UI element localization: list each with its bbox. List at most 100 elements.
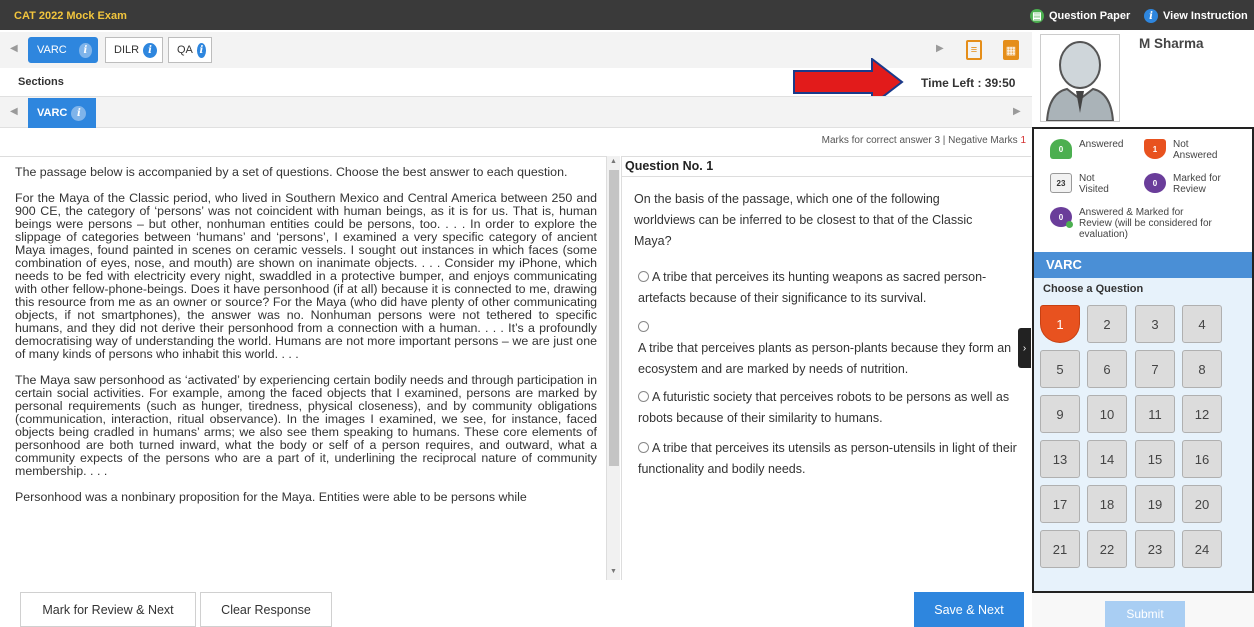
question-text: On the basis of the passage, which one o… xyxy=(634,192,973,248)
clear-response-button[interactable]: Clear Response xyxy=(200,592,332,627)
passage-text: The passage below is accompanied by a se… xyxy=(15,166,597,517)
question-button[interactable]: 6 xyxy=(1087,350,1127,388)
info-icon: i xyxy=(1144,9,1158,23)
avatar xyxy=(1040,34,1120,122)
scroll-up-icon[interactable]: ▲ xyxy=(610,158,617,165)
tab-varc[interactable]: VARC i xyxy=(28,37,98,63)
tab-label: QA xyxy=(177,44,193,56)
question-button[interactable]: 15 xyxy=(1135,440,1175,478)
question-button[interactable]: 11 xyxy=(1135,395,1175,433)
legend-label: Answered xyxy=(1079,139,1124,150)
subtab-label: VARC xyxy=(37,107,68,119)
save-and-next-button[interactable]: Save & Next xyxy=(914,592,1024,627)
passage-paragraph: Personhood was a nonbinary proposition f… xyxy=(15,490,527,504)
marked-badge: 0 xyxy=(1144,173,1166,193)
marks-info: Marks for correct answer 3 | Negative Ma… xyxy=(822,135,1026,146)
radio-button[interactable] xyxy=(638,271,649,282)
question-button[interactable]: 22 xyxy=(1087,530,1127,568)
question-button[interactable]: 5 xyxy=(1040,350,1080,388)
question-button[interactable]: 24 xyxy=(1182,530,1222,568)
legend-not-visited: 23 Not Visited xyxy=(1050,173,1119,195)
subtab-varc[interactable]: VARC i xyxy=(28,98,96,128)
tab-dilr[interactable]: DILR i xyxy=(105,37,163,63)
option-4[interactable]: A tribe that perceives its utensils as p… xyxy=(638,438,1018,480)
question-button[interactable]: 16 xyxy=(1182,440,1222,478)
info-icon[interactable]: i xyxy=(196,42,206,58)
notes-icon[interactable]: ≡ xyxy=(966,40,982,60)
radio-button[interactable] xyxy=(638,321,649,332)
question-button[interactable]: 10 xyxy=(1087,395,1127,433)
question-button[interactable]: 13 xyxy=(1040,440,1080,478)
question-button[interactable]: 14 xyxy=(1087,440,1127,478)
info-icon[interactable]: i xyxy=(143,42,157,58)
scroll-down-icon[interactable]: ▼ xyxy=(610,568,617,575)
question-button[interactable]: 19 xyxy=(1135,485,1175,523)
question-button[interactable]: 7 xyxy=(1135,350,1175,388)
question-button[interactable]: 12 xyxy=(1182,395,1222,433)
legend-label: Not Answered xyxy=(1173,139,1218,161)
option-3[interactable]: A futuristic society that perceives robo… xyxy=(638,387,1018,429)
question-button[interactable]: 17 xyxy=(1040,485,1080,523)
right-panel: M Sharma 0 Answered 1 Not Answered 23 No… xyxy=(1032,31,1254,627)
question-paper-link[interactable]: ▤ Question Paper xyxy=(1030,7,1130,25)
question-button[interactable]: 23 xyxy=(1135,530,1175,568)
marks-separator: | Negative Marks xyxy=(940,135,1021,146)
tab-label: VARC xyxy=(37,44,67,56)
marks-negative: 1 xyxy=(1020,135,1026,146)
scroll-right-icon[interactable]: ▶ xyxy=(936,43,944,54)
option-text: A tribe that perceives its utensils as p… xyxy=(638,441,1017,476)
sub-section-bar: ◀ VARC i ▶ xyxy=(0,96,1032,128)
answered-marked-badge: 0 xyxy=(1050,207,1073,228)
question-number: Question No. 1 xyxy=(625,159,714,173)
collapse-panel-icon[interactable]: › xyxy=(1018,328,1031,368)
question-button[interactable]: 1 xyxy=(1040,305,1080,343)
question-button[interactable]: 18 xyxy=(1087,485,1127,523)
candidate-profile: M Sharma xyxy=(1032,31,1254,127)
palette-section-title: VARC xyxy=(1034,252,1252,278)
question-palette: VARC Choose a Question 1 2 3 4 5 6 7 8 9 10 11 12 13… xyxy=(1032,252,1254,593)
scroll-thumb[interactable] xyxy=(609,170,619,466)
question-paper-label: Question Paper xyxy=(1049,10,1131,22)
option-2[interactable]: A tribe that perceives plants as person-… xyxy=(638,317,1018,380)
sections-label: Sections xyxy=(18,76,64,88)
tab-qa[interactable]: QA i xyxy=(168,37,212,63)
option-text: A tribe that perceives its hunting weapo… xyxy=(638,270,987,305)
passage-panel: The passage below is accompanied by a se… xyxy=(0,156,606,580)
option-text: A tribe that perceives plants as person-… xyxy=(638,341,1012,376)
question-button[interactable]: 4 xyxy=(1182,305,1222,343)
legend-label: Not Visited xyxy=(1079,173,1109,195)
passage-paragraph: For the Maya of the Classic period, who … xyxy=(15,191,597,361)
passage-paragraph: The Maya saw personhood as ‘activated’ b… xyxy=(15,373,597,478)
question-button[interactable]: 9 xyxy=(1040,395,1080,433)
question-panel: Question No. 1 On the basis of the passa… xyxy=(621,156,1032,580)
info-icon[interactable]: i xyxy=(71,105,87,121)
passage-scrollbar[interactable]: ▲ ▼ xyxy=(606,156,620,580)
answered-badge: 0 xyxy=(1050,139,1072,159)
user-silhouette-icon xyxy=(1045,41,1115,122)
info-icon[interactable]: i xyxy=(78,42,92,58)
question-button[interactable]: 3 xyxy=(1135,305,1175,343)
tab-label: DILR xyxy=(114,44,140,56)
submit-area: Submit xyxy=(1032,593,1254,627)
legend-not-answered: 1 Not Answered xyxy=(1144,139,1233,161)
question-button[interactable]: 2 xyxy=(1087,305,1127,343)
scroll-left-icon[interactable]: ◀ xyxy=(10,43,18,54)
scroll-left-icon[interactable]: ◀ xyxy=(10,106,18,117)
scroll-right-icon[interactable]: ▶ xyxy=(1013,106,1021,117)
question-paper-icon: ▤ xyxy=(1030,9,1044,23)
passage-paragraph: The passage below is accompanied by a se… xyxy=(15,165,568,179)
question-button[interactable]: 21 xyxy=(1040,530,1080,568)
mark-for-review-button[interactable]: Mark for Review & Next xyxy=(20,592,196,627)
question-button[interactable]: 20 xyxy=(1182,485,1222,523)
radio-button[interactable] xyxy=(638,391,649,402)
option-1[interactable]: A tribe that perceives its hunting weapo… xyxy=(638,267,1018,309)
question-button[interactable]: 8 xyxy=(1182,350,1222,388)
radio-button[interactable] xyxy=(638,442,649,453)
calculator-icon[interactable]: ▦ xyxy=(1003,40,1019,60)
choose-question-label: Choose a Question xyxy=(1043,283,1144,295)
view-instruction-link[interactable]: i View Instruction xyxy=(1144,7,1248,25)
submit-button[interactable]: Submit xyxy=(1105,601,1185,627)
time-left: Time Left : 39:50 xyxy=(921,76,1016,90)
not-visited-badge: 23 xyxy=(1050,173,1072,193)
top-bar: CAT 2022 Mock Exam ▤ Question Paper i Vi… xyxy=(0,0,1254,30)
